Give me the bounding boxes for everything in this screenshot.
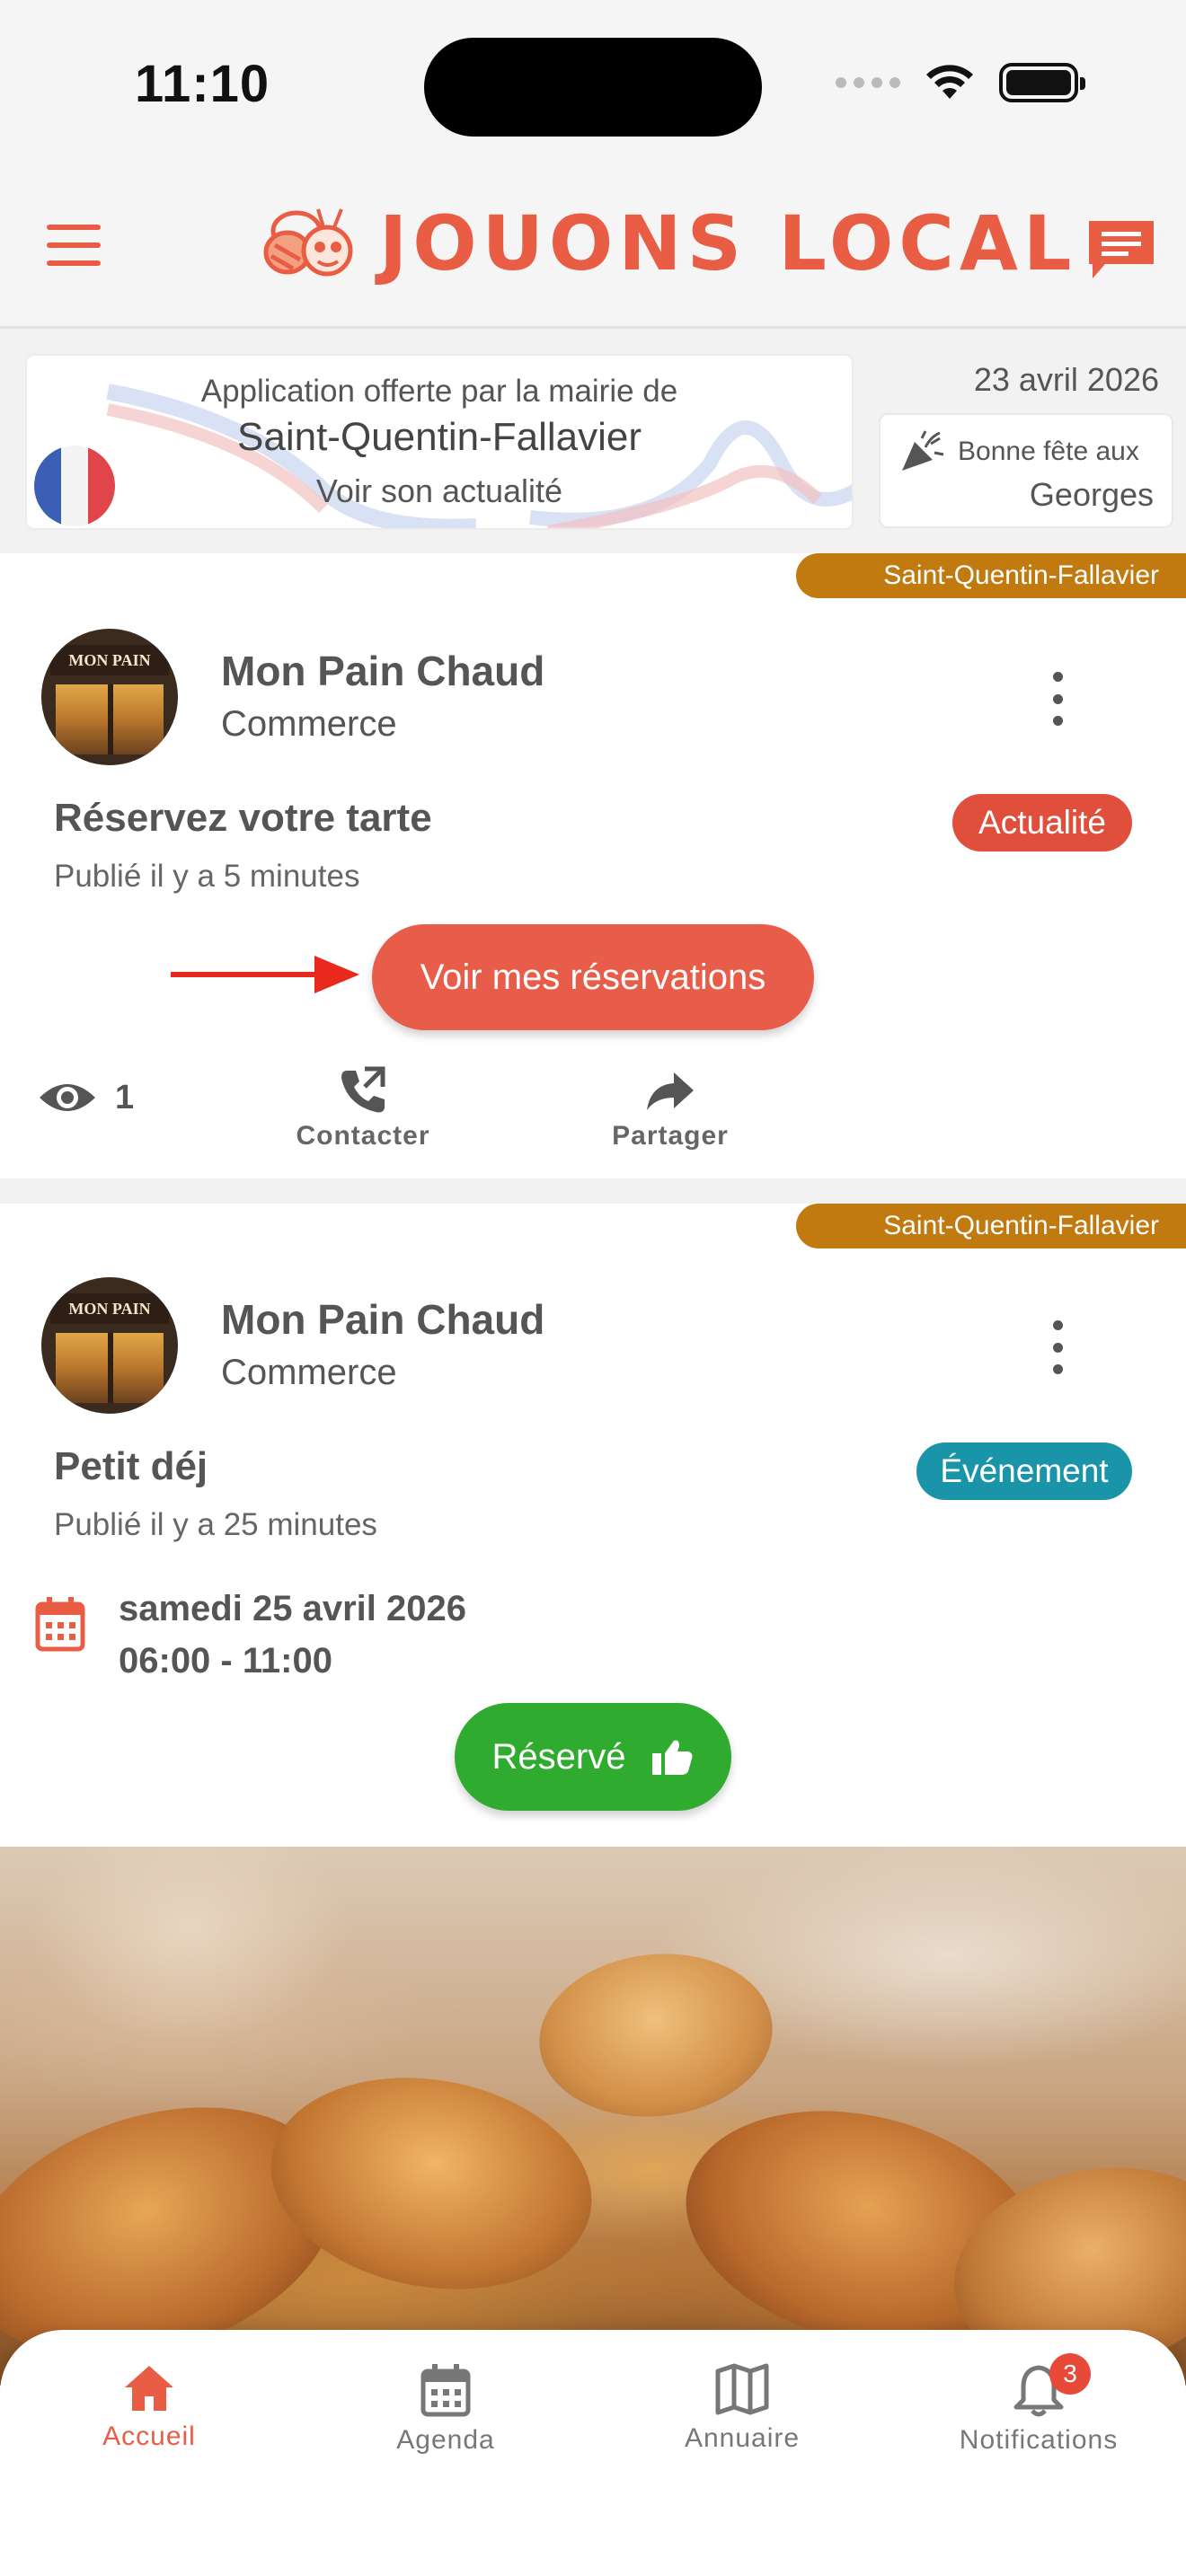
dynamic-island xyxy=(424,38,762,137)
event-time: 06:00 - 11:00 xyxy=(119,1641,332,1681)
nav-item-annuaire[interactable]: Annuaire xyxy=(634,2362,850,2454)
contact-button[interactable]: Contacter xyxy=(264,1065,462,1151)
mairie-banner-row: Application offerte par la mairie de Sai… xyxy=(0,329,1186,553)
status-time: 11:10 xyxy=(135,55,270,113)
event-badge: Événement xyxy=(916,1442,1132,1500)
current-date: 23 avril 2026 xyxy=(973,361,1159,398)
arrow-icon xyxy=(171,956,359,993)
nav-label: Agenda xyxy=(396,2425,495,2455)
booked-button[interactable]: Réservé xyxy=(455,1703,731,1811)
mairie-news-link[interactable]: Voir son actualité xyxy=(27,472,852,510)
shop-category: Commerce xyxy=(221,1353,397,1392)
notification-count-badge: 3 xyxy=(1049,2353,1091,2395)
nav-label: Notifications xyxy=(959,2425,1119,2455)
calendar-icon xyxy=(35,1597,85,1652)
shop-avatar[interactable]: MON PAIN CHAUD xyxy=(41,1277,178,1414)
shop-name[interactable]: Mon Pain Chaud xyxy=(221,647,544,695)
event-date: samedi 25 avril 2026 xyxy=(119,1589,466,1628)
mairie-intro: Application offerte par la mairie de xyxy=(200,374,678,409)
home-icon xyxy=(125,2366,173,2411)
bee-icon xyxy=(263,208,353,277)
post-title: Petit déj xyxy=(54,1444,208,1488)
view-reservations-button[interactable]: Voir mes réservations xyxy=(372,924,814,1030)
share-button[interactable]: Partager xyxy=(571,1065,769,1151)
bottom-nav: Accueil Agenda Annuaire 3 Notifications xyxy=(0,2330,1186,2576)
post-title: Réservez votre tarte xyxy=(54,796,432,840)
menu-button[interactable] xyxy=(47,225,101,266)
town-tag: Saint-Quentin-Fallavier xyxy=(796,1204,1186,1248)
nav-item-notifications[interactable]: 3 Notifications xyxy=(931,2353,1146,2456)
saint-of-day-card: Bonne fête aux Georges xyxy=(879,413,1173,528)
post-card: Saint-Quentin-Fallavier MON PAIN CHAUD M… xyxy=(0,1204,1186,1850)
app-header: JOUONS LOCAL xyxy=(0,162,1186,329)
saint-of-day-label: Bonne fête aux xyxy=(958,437,1139,466)
shop-name[interactable]: Mon Pain Chaud xyxy=(221,1295,544,1344)
town-tag: Saint-Quentin-Fallavier xyxy=(796,553,1186,598)
mairie-card[interactable]: Application offerte par la mairie de Sai… xyxy=(25,354,854,530)
party-popper-icon xyxy=(902,430,944,471)
logo-text: JOUONS LOCAL xyxy=(379,199,1077,287)
booked-label: Réservé xyxy=(491,1736,626,1777)
eye-icon xyxy=(40,1084,95,1111)
nav-item-accueil[interactable]: Accueil xyxy=(41,2362,257,2452)
nav-label: Accueil xyxy=(102,2422,196,2451)
shop-category: Commerce xyxy=(221,704,397,744)
post-published-time: Publié il y a 5 minutes xyxy=(54,859,360,894)
france-flag-icon xyxy=(34,446,115,526)
nav-item-agenda[interactable]: Agenda xyxy=(338,2362,553,2456)
map-icon xyxy=(715,2363,769,2415)
more-options-icon[interactable] xyxy=(1044,672,1071,726)
status-icons xyxy=(836,63,1085,102)
post-card: Saint-Quentin-Fallavier MON PAIN CHAUD M… xyxy=(0,553,1186,1178)
app-logo: JOUONS LOCAL xyxy=(261,199,1076,287)
status-bar: 11:10 xyxy=(0,0,1186,162)
signal-icon xyxy=(836,77,900,88)
contact-label: Contacter xyxy=(296,1121,430,1151)
view-count: 1 xyxy=(38,1078,134,1117)
chat-icon[interactable] xyxy=(1085,217,1157,282)
wifi-icon xyxy=(926,65,973,99)
battery-icon xyxy=(999,63,1085,102)
event-datetime: samedi 25 avril 2026 06:00 - 11:00 xyxy=(119,1583,466,1687)
share-label: Partager xyxy=(612,1121,729,1151)
post-published-time: Publié il y a 25 minutes xyxy=(54,1507,377,1542)
post-image[interactable] xyxy=(0,1847,1186,2386)
saint-of-day-name: Georges xyxy=(1029,476,1154,513)
mairie-town: Saint-Quentin-Fallavier xyxy=(237,415,642,459)
more-options-icon[interactable] xyxy=(1044,1320,1071,1374)
thumbs-up-icon xyxy=(652,1740,693,1775)
shop-avatar[interactable]: MON PAIN CHAUD xyxy=(41,629,178,765)
phone-icon xyxy=(341,1066,385,1113)
nav-label: Annuaire xyxy=(684,2423,801,2453)
share-icon xyxy=(647,1072,694,1110)
calendar-icon xyxy=(420,2364,471,2417)
news-badge: Actualité xyxy=(952,794,1132,851)
view-count-value: 1 xyxy=(115,1078,135,1116)
